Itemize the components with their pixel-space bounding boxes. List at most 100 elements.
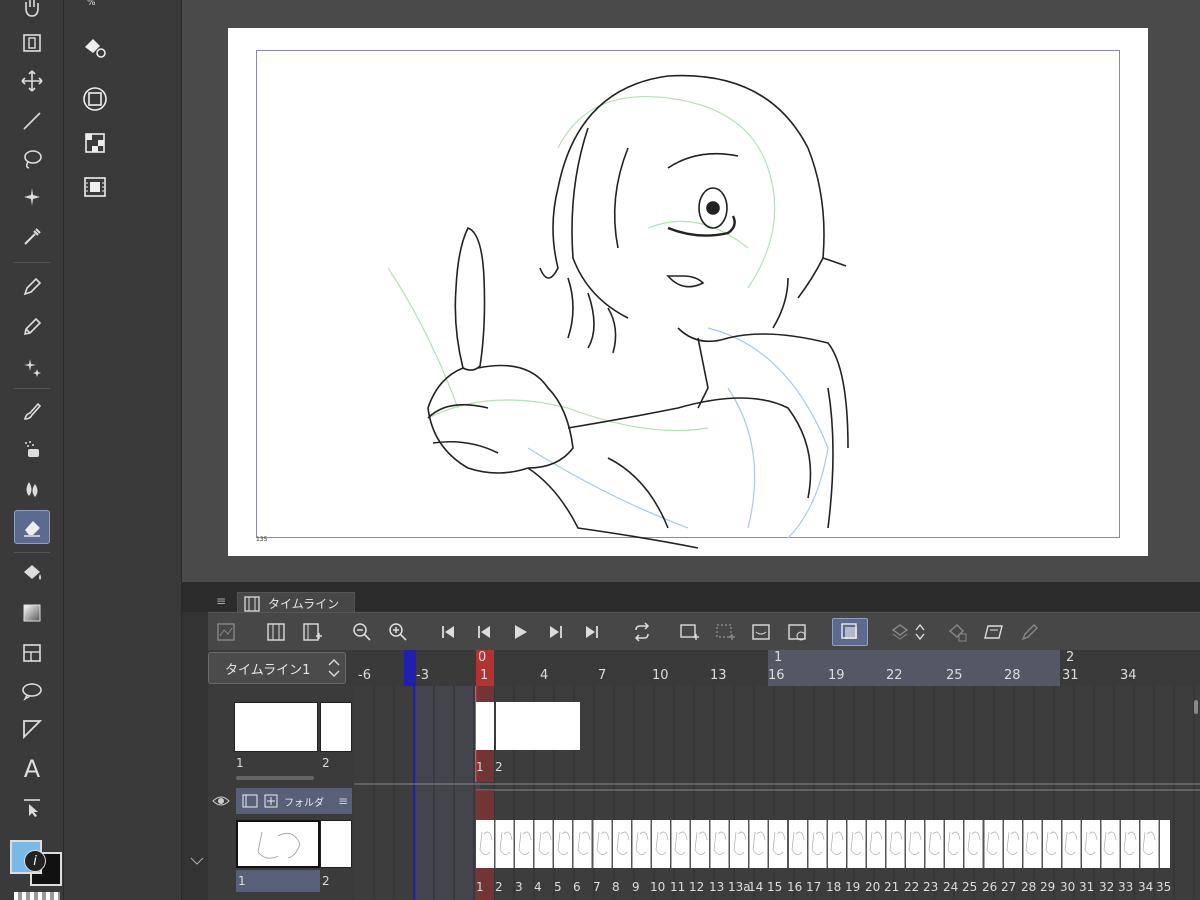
delete-cel-icon[interactable] bbox=[944, 618, 972, 646]
cel-block[interactable] bbox=[496, 702, 580, 750]
cel-thumbnail[interactable] bbox=[236, 820, 320, 868]
new-cel-icon[interactable] bbox=[676, 618, 704, 646]
frame-border-icon[interactable] bbox=[14, 636, 50, 670]
ruler-tick: 16 bbox=[768, 668, 785, 683]
frame-ruler[interactable]: 0 1 2 -6 -3 1 4 7 10 13 16 19 22 25 28 3… bbox=[354, 650, 1200, 686]
timeline-controls bbox=[208, 612, 1200, 650]
vertical-scrollbar[interactable] bbox=[1194, 700, 1198, 714]
stepper-icon[interactable] bbox=[912, 618, 928, 646]
layer-property-icon[interactable] bbox=[80, 84, 110, 114]
gradient-icon[interactable] bbox=[14, 596, 50, 630]
operation-icon[interactable] bbox=[14, 790, 50, 824]
frame-label: 20 bbox=[865, 880, 881, 894]
canvas-area[interactable]: 135 bbox=[182, 0, 1200, 582]
track-header-panel: 1 2 フォルダ ≡ 1 2 bbox=[190, 686, 354, 900]
chevron-down-icon[interactable] bbox=[190, 856, 204, 866]
text-icon[interactable]: A bbox=[14, 752, 50, 786]
hand-icon[interactable] bbox=[14, 0, 50, 24]
fill-icon[interactable] bbox=[14, 556, 50, 590]
cel-block[interactable] bbox=[476, 702, 494, 750]
eraser-icon[interactable] bbox=[14, 510, 50, 544]
ruler-tick: 28 bbox=[1004, 668, 1021, 683]
frame-label: 2 bbox=[495, 880, 503, 894]
cel-search-icon[interactable] bbox=[784, 618, 812, 646]
enable-onion-skin-icon[interactable] bbox=[832, 618, 868, 646]
material-icon[interactable] bbox=[80, 128, 110, 158]
folder-menu-icon[interactable]: ≡ bbox=[338, 794, 348, 808]
frame-label: 34 bbox=[1138, 880, 1154, 894]
brush-icon[interactable] bbox=[14, 394, 50, 428]
frame-label: 12 bbox=[689, 880, 705, 894]
onion-skin-settings-icon[interactable] bbox=[886, 618, 914, 646]
frames-grid[interactable]: 1 2 1 2 3 4 5 6 7 8 9 10 11 12 13 13a 14… bbox=[354, 686, 1200, 900]
layer-select-icon[interactable] bbox=[14, 26, 50, 60]
onion-skin-icon[interactable] bbox=[212, 618, 240, 646]
frame-label: 18 bbox=[826, 880, 842, 894]
track-header-2[interactable]: フォルダ ≡ 1 2 bbox=[208, 786, 354, 900]
ruler-tick: 34 bbox=[1120, 668, 1137, 683]
ruler-tick: 1 bbox=[480, 668, 489, 683]
new-timeline-icon[interactable] bbox=[262, 618, 290, 646]
track-scrollbar[interactable] bbox=[236, 776, 314, 780]
track-header-1[interactable]: 1 2 bbox=[208, 686, 354, 782]
ruler-tick: -3 bbox=[416, 668, 429, 683]
line-icon[interactable] bbox=[14, 104, 50, 138]
timeline-body: タイムライン1 0 1 2 -6 -3 1 4 7 10 13 16 19 22… bbox=[190, 650, 1200, 900]
frame-label: 27 bbox=[1001, 880, 1017, 894]
next-frame-icon[interactable] bbox=[542, 618, 570, 646]
cel-spec-icon[interactable] bbox=[748, 618, 776, 646]
lasso-icon[interactable] bbox=[14, 142, 50, 176]
pen-icon[interactable] bbox=[14, 270, 50, 304]
panel-menu-icon[interactable]: ≡ bbox=[216, 594, 226, 608]
move-icon[interactable] bbox=[14, 64, 50, 98]
last-frame-icon[interactable] bbox=[578, 618, 606, 646]
cel-thumbnail[interactable] bbox=[320, 820, 352, 868]
eraser-settings-icon[interactable] bbox=[80, 32, 110, 62]
animation-folder-icon bbox=[242, 794, 258, 808]
frame-label: 3 bbox=[515, 880, 523, 894]
cel-thumbnail[interactable] bbox=[234, 702, 318, 752]
zoom-in-icon[interactable] bbox=[384, 618, 412, 646]
frame-label: 19 bbox=[845, 880, 861, 894]
frame-label: 10 bbox=[650, 880, 666, 894]
thumb-label: 2 bbox=[322, 756, 330, 770]
ruler-mark: 0 bbox=[478, 650, 487, 665]
airbrush-icon[interactable] bbox=[14, 432, 50, 466]
folder-header[interactable]: フォルダ ≡ bbox=[236, 788, 352, 814]
transparent-color-swatch[interactable] bbox=[14, 892, 60, 900]
color-info-icon[interactable]: i bbox=[24, 850, 46, 872]
ruler-mark: 2 bbox=[1066, 650, 1075, 665]
frame-label: 15 bbox=[767, 880, 783, 894]
new-animation-folder-icon[interactable] bbox=[298, 618, 326, 646]
canvas-paper[interactable]: 135 bbox=[228, 28, 1148, 556]
svg-text:%: % bbox=[87, 0, 96, 8]
pencil-icon[interactable] bbox=[14, 310, 50, 344]
light-table-icon[interactable] bbox=[980, 618, 1008, 646]
ruler-icon[interactable] bbox=[14, 712, 50, 746]
cel-thumbnail[interactable] bbox=[320, 702, 352, 752]
first-frame-icon[interactable] bbox=[434, 618, 462, 646]
selected-cel-label-bg bbox=[236, 870, 320, 892]
auto-select-icon[interactable] bbox=[14, 180, 50, 214]
eyedropper-icon[interactable] bbox=[14, 220, 50, 254]
sparkle-brush-icon[interactable] bbox=[14, 350, 50, 384]
ruler-tick: 25 bbox=[946, 668, 963, 683]
onion-marker[interactable] bbox=[404, 650, 416, 686]
sub-tool-panel: % bbox=[64, 0, 182, 900]
assign-cel-icon[interactable] bbox=[712, 618, 740, 646]
blend-icon[interactable] bbox=[14, 472, 50, 506]
play-icon[interactable] bbox=[506, 618, 534, 646]
visibility-eye-icon[interactable] bbox=[212, 794, 230, 808]
timeline-selector[interactable]: タイムライン1 bbox=[208, 652, 346, 684]
sub-tool-top-icon[interactable]: % bbox=[80, 0, 110, 18]
edit-pencil-icon[interactable] bbox=[1016, 618, 1044, 646]
loop-playback-icon[interactable] bbox=[628, 618, 656, 646]
speech-balloon-icon[interactable] bbox=[14, 674, 50, 708]
add-icon[interactable] bbox=[264, 794, 278, 808]
frame-label: 11 bbox=[670, 880, 686, 894]
zoom-out-icon[interactable] bbox=[348, 618, 376, 646]
animation-cels-icon[interactable] bbox=[80, 172, 110, 202]
frame-label: 31 bbox=[1079, 880, 1095, 894]
previous-frame-icon[interactable] bbox=[470, 618, 498, 646]
tab-timeline[interactable]: タイムライン bbox=[237, 592, 355, 614]
